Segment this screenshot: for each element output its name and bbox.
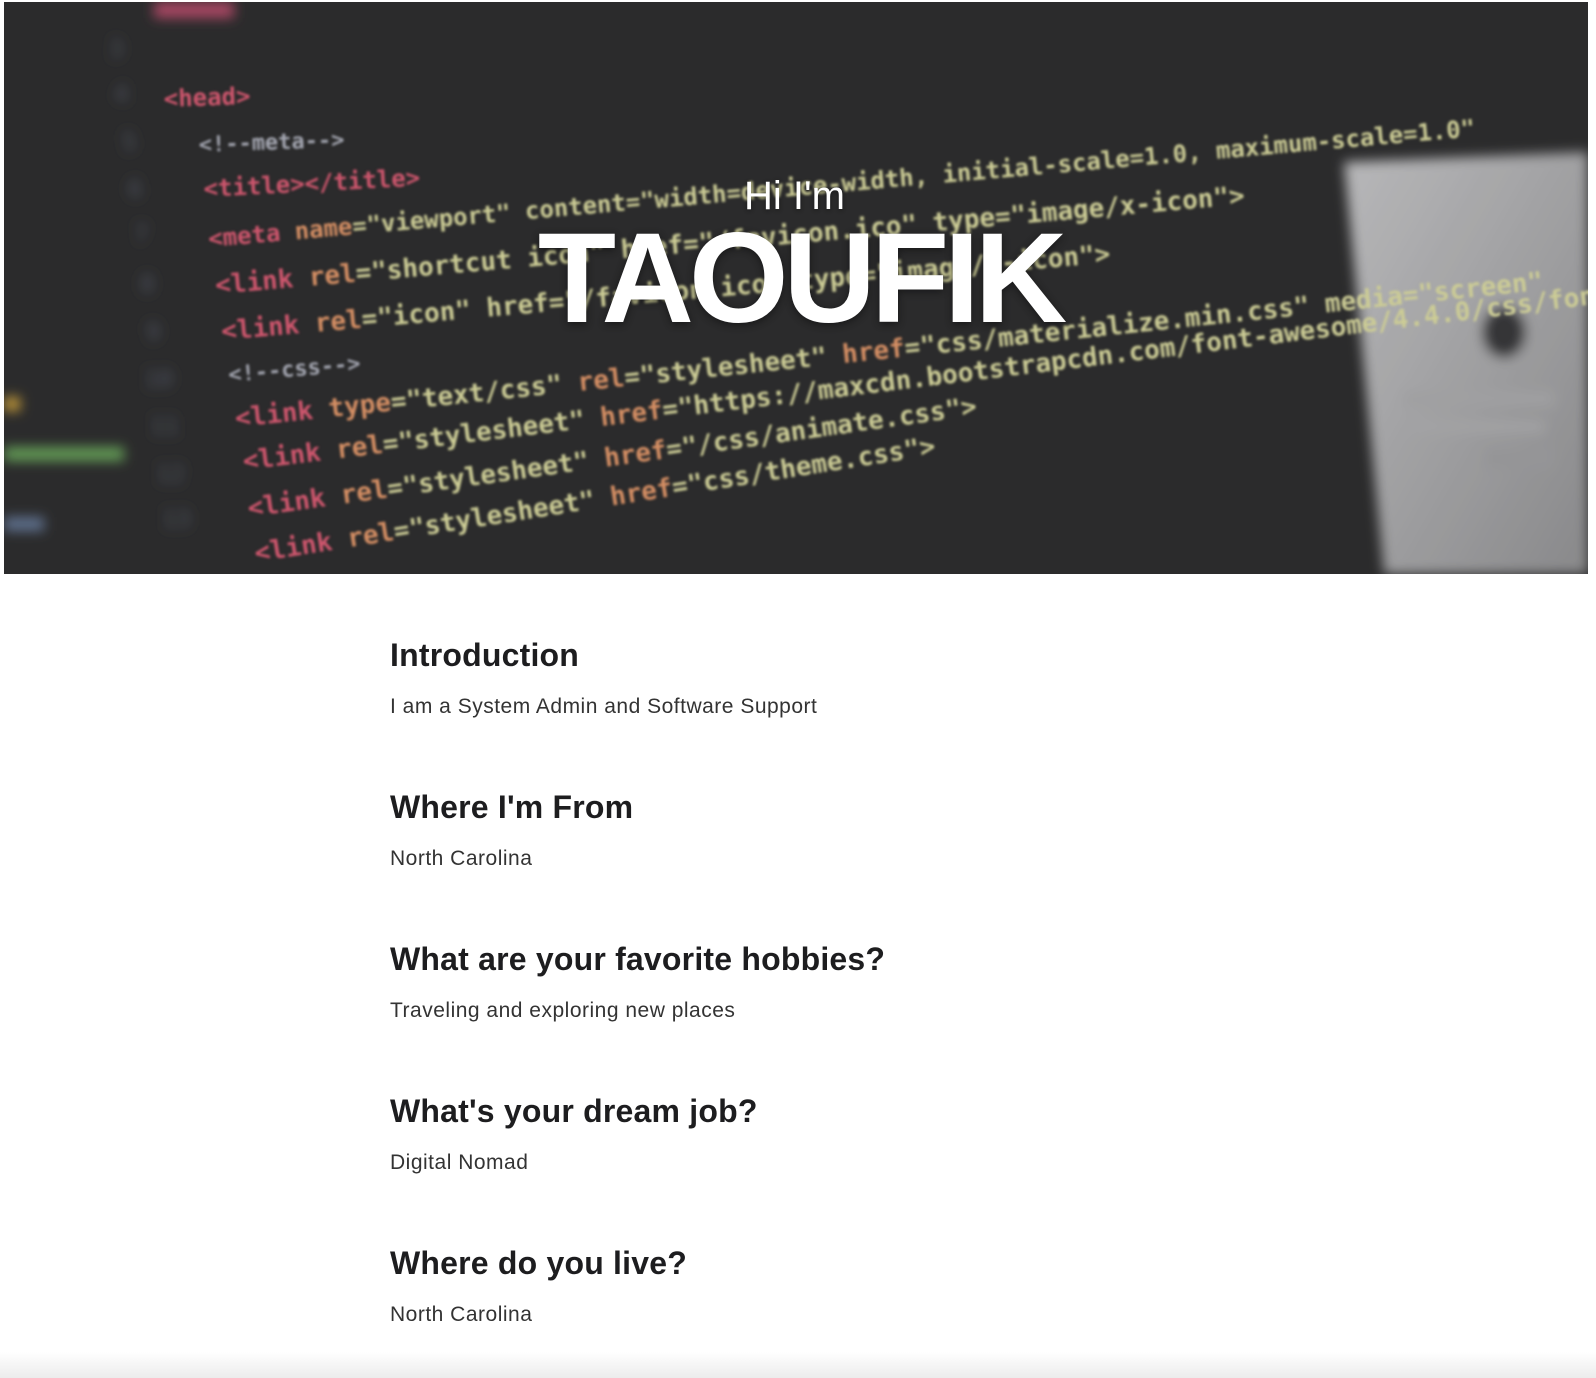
section-dream-job: What's your dream job? Digital Nomad <box>390 1092 1190 1244</box>
hero-name: TAOUFIK <box>537 207 1067 350</box>
section-text: Digital Nomad <box>390 1151 529 1174</box>
hero-heading: Hi I'm TAOUFIK <box>4 172 1588 350</box>
bottom-fade <box>0 1352 1596 1378</box>
section-title: Where I'm From <box>390 789 634 825</box>
section-text: North Carolina <box>390 1303 533 1326</box>
profile-page: 3 4 5 6 7 8 9 10 11 12 13 <head> <!--met… <box>0 0 1596 1378</box>
section-title: What are your favorite hobbies? <box>390 941 886 977</box>
section-title: Where do you live? <box>390 1245 687 1281</box>
section-title: What's your dream job? <box>390 1093 758 1129</box>
hero-banner: 3 4 5 6 7 8 9 10 11 12 13 <head> <!--met… <box>4 2 1588 574</box>
profile-content: Introduction I am a System Admin and Sof… <box>390 636 1190 1378</box>
section-introduction: Introduction I am a System Admin and Sof… <box>390 636 1190 788</box>
section-text: North Carolina <box>390 847 533 870</box>
section-text: Traveling and exploring new places <box>390 999 736 1022</box>
section-hobbies: What are your favorite hobbies? Travelin… <box>390 940 1190 1092</box>
section-text: I am a System Admin and Software Support <box>390 695 818 718</box>
section-title: Introduction <box>390 637 580 673</box>
section-where-from: Where I'm From North Carolina <box>390 788 1190 940</box>
